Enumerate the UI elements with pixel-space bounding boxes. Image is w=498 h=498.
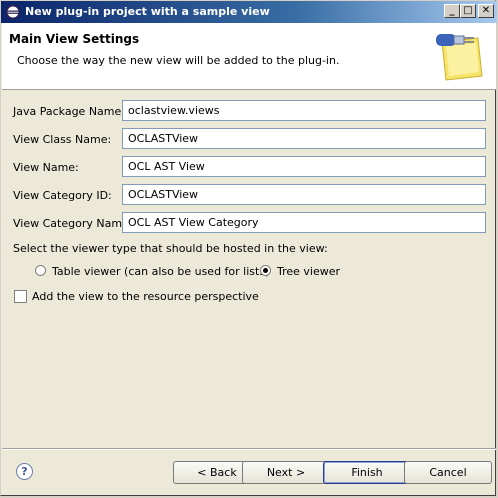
close-icon: ✕ xyxy=(481,5,491,16)
maximize-icon: □ xyxy=(463,5,473,16)
add-to-perspective-label[interactable]: Add the view to the resource perspective xyxy=(32,290,259,303)
tree-viewer-radio[interactable] xyxy=(260,265,271,276)
cancel-button[interactable]: Cancel xyxy=(404,461,492,484)
plugin-wizard-icon xyxy=(436,34,483,81)
window-title: New plug-in project with a sample view xyxy=(25,5,270,18)
view-class-field[interactable]: OCLASTView xyxy=(122,128,486,149)
next-button[interactable]: Next > xyxy=(242,461,330,484)
wizard-header: Main View Settings Choose the way the ne… xyxy=(2,23,496,90)
minimize-button[interactable]: _ xyxy=(444,4,460,18)
radio-selected-dot xyxy=(263,268,268,273)
view-category-id-label: View Category ID: xyxy=(13,189,112,202)
page-title: Main View Settings xyxy=(9,32,140,46)
footer-divider xyxy=(2,448,496,450)
finish-button[interactable]: Finish xyxy=(323,461,411,484)
view-category-name-label: View Category Name: xyxy=(13,217,133,230)
java-package-label: Java Package Name: xyxy=(13,105,125,118)
java-package-field[interactable]: oclastview.views xyxy=(122,100,486,121)
view-name-field[interactable]: OCL AST View xyxy=(122,156,486,177)
table-viewer-label[interactable]: Table viewer (can also be used for lists… xyxy=(52,265,269,278)
help-icon[interactable]: ? xyxy=(16,463,33,480)
page-description: Choose the way the new view will be adde… xyxy=(17,54,340,67)
view-name-label: View Name: xyxy=(13,161,79,174)
view-category-name-field[interactable]: OCL AST View Category xyxy=(122,212,486,233)
title-bar[interactable]: New plug-in project with a sample view _… xyxy=(1,1,497,23)
wizard-dialog: New plug-in project with a sample view _… xyxy=(0,0,497,496)
close-button[interactable]: ✕ xyxy=(478,4,494,18)
minimize-icon: _ xyxy=(449,5,455,16)
viewer-type-prompt: Select the viewer type that should be ho… xyxy=(13,242,328,255)
table-viewer-radio[interactable] xyxy=(35,265,46,276)
maximize-button[interactable]: □ xyxy=(460,4,476,18)
tree-viewer-label[interactable]: Tree viewer xyxy=(277,265,340,278)
view-class-label: View Class Name: xyxy=(13,133,112,146)
add-to-perspective-checkbox[interactable] xyxy=(14,290,27,303)
eclipse-icon xyxy=(6,5,20,19)
view-category-id-field[interactable]: OCLASTView xyxy=(122,184,486,205)
